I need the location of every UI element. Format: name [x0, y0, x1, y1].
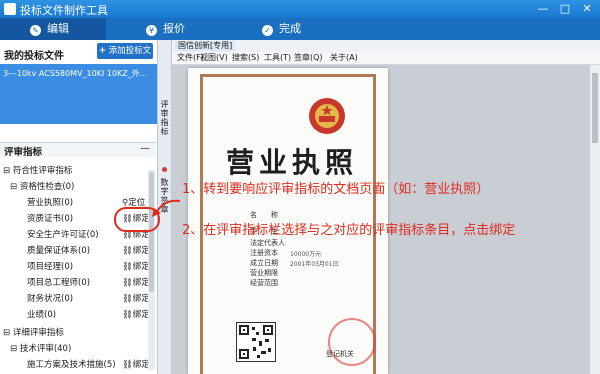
window-title: 投标文件制作工具 — [20, 4, 108, 17]
annotation-arrow-icon — [152, 199, 181, 217]
eval-item-business-license[interactable]: 营业执照(0) — [27, 196, 73, 210]
tab-edit-label: 编辑 — [47, 22, 69, 35]
license-row-label: 注册资本 — [250, 249, 278, 257]
link-icon: ⛓ — [122, 278, 133, 288]
tab-finish-label: 完成 — [279, 22, 301, 35]
eval-item-project-manager[interactable]: 项目经理(0) — [27, 260, 73, 274]
eval-header: 评审指标 — — [0, 142, 156, 158]
tree-group-technical[interactable]: ⊟ 技术评审(40) — [10, 342, 71, 356]
menu-signature[interactable]: 签章(Q) — [294, 52, 323, 64]
annotation-step-1: 1、转到要响应评审指标的文档页面（如：营业执照） — [182, 182, 490, 197]
bid-file-item[interactable]: 3---10kv ACS580MV_10KI 10KZ_外... — [0, 64, 157, 124]
app-icon — [4, 3, 16, 15]
menu-about[interactable]: 关于(A) — [330, 52, 358, 64]
viewer-scroll-thumb[interactable] — [592, 73, 598, 143]
side-tab-eval[interactable]: 评审指标 — [159, 100, 170, 136]
tree-group-technical-label: 技术评审(40) — [19, 344, 72, 354]
license-row-label: 营业期限 — [250, 269, 278, 277]
annotation-step-2: 2、在评审指标栏选择与之对应的评审指标条目，点击绑定 — [182, 223, 516, 238]
add-bid-file-button[interactable]: + 添加投标文件 — [97, 43, 153, 72]
tab-quote-label: 报价 — [163, 22, 185, 35]
link-icon: ⛓ — [122, 262, 133, 272]
edit-icon: ✎ — [30, 25, 41, 36]
bid-file-name: 3---10kv ACS580MV_10KI 10KZ_外... — [3, 69, 148, 78]
eval-item-qualification-cert[interactable]: 资质证书(0) — [27, 212, 73, 226]
eval-item-performance[interactable]: 业绩(0) — [27, 308, 56, 322]
tree-group-detailed-label: 详细评审指标 — [12, 328, 64, 338]
minus-box-icon: ⊟ — [3, 328, 11, 338]
tree-group-compliance-label: 符合性评审指标 — [12, 166, 73, 176]
main-tabs: ✎ 编辑 ¥ 报价 ✓ 完成 — [0, 18, 600, 40]
license-row-value: 2001年03月01日 — [290, 261, 339, 268]
qr-code — [236, 322, 276, 362]
close-button[interactable]: ✕ — [576, 1, 598, 17]
menu-view[interactable]: 视图(V) — [200, 52, 228, 64]
tree-group-compliance[interactable]: ⊟ 符合性评审指标 — [3, 164, 72, 178]
eval-item-quality-system[interactable]: 质量保证体系(0) — [27, 244, 90, 258]
eval-item-safety-license[interactable]: 安全生产许可证(0) — [27, 228, 99, 242]
tab-finish[interactable]: ✓ 完成 — [262, 18, 362, 40]
license-row-label: 法定代表人 — [250, 239, 285, 247]
tree-group-qualification-label: 资格性检查(0) — [19, 182, 75, 192]
license-row-label: 成立日期 — [250, 259, 278, 267]
minus-box-icon: ⊟ — [10, 344, 18, 354]
tab-quote[interactable]: ¥ 报价 — [146, 18, 246, 40]
license-row-label: 经营范围 — [250, 279, 278, 287]
eval-item-financial-status[interactable]: 财务状况(0) — [27, 292, 73, 306]
menu-tools[interactable]: 工具(T) — [264, 52, 291, 64]
menu-search[interactable]: 搜索(S) — [232, 52, 259, 64]
bind-button[interactable]: ⛓绑定 — [122, 308, 150, 320]
license-row-value: 10000万元 — [290, 251, 322, 258]
tree-group-qualification[interactable]: ⊟ 资格性检查(0) — [10, 180, 74, 194]
check-icon: ✓ — [262, 25, 273, 36]
link-icon: ⛓ — [122, 360, 133, 370]
yen-icon: ¥ — [146, 25, 157, 36]
eval-item-chief-engineer[interactable]: 项目总工程师(0) — [27, 276, 90, 290]
bind-button[interactable]: ⛓绑定 — [122, 260, 150, 272]
title-bar: 投标文件制作工具 — □ ✕ — [0, 0, 600, 18]
bind-button[interactable]: ⛓绑定 — [122, 276, 150, 288]
red-dot-icon — [162, 167, 167, 172]
minus-box-icon: ⊟ — [3, 166, 11, 176]
license-title: 营业执照 — [226, 146, 359, 179]
link-icon: ⛓ — [122, 246, 133, 256]
minus-box-icon: ⊟ — [10, 182, 18, 192]
link-icon: ⛓ — [122, 310, 133, 320]
eval-heading: 评审指标 — [4, 147, 43, 158]
maximize-button[interactable]: □ — [554, 1, 576, 17]
registration-authority: 登记机关 — [326, 350, 354, 358]
bind-button[interactable]: ⛓绑定 — [122, 292, 150, 304]
national-emblem-icon — [309, 98, 345, 134]
collapse-icon[interactable]: — — [140, 143, 150, 154]
plus-icon: + — [98, 46, 106, 56]
scroll-thumb[interactable] — [149, 172, 154, 292]
eval-item-construction-plan[interactable]: 施工方案及技术措施(5) — [27, 358, 116, 372]
viewer-scrollbar[interactable] — [590, 65, 600, 374]
link-icon: ⛓ — [122, 294, 133, 304]
my-bid-files-heading: 我的投标文件 — [4, 51, 64, 62]
tree-group-detailed[interactable]: ⊟ 详细评审指标 — [3, 326, 64, 340]
document-tab[interactable]: 国信创新[专用] — [175, 41, 236, 51]
bind-button[interactable]: ⛓绑定 — [122, 358, 150, 370]
menu-bar: 文件(F) 视图(V) 搜索(S) 工具(T) 签章(Q) 关于(A) — [172, 52, 600, 65]
minimize-button[interactable]: — — [532, 1, 554, 17]
tab-edit[interactable]: ✎ 编辑 — [0, 18, 106, 40]
bind-button[interactable]: ⛓绑定 — [122, 244, 150, 256]
